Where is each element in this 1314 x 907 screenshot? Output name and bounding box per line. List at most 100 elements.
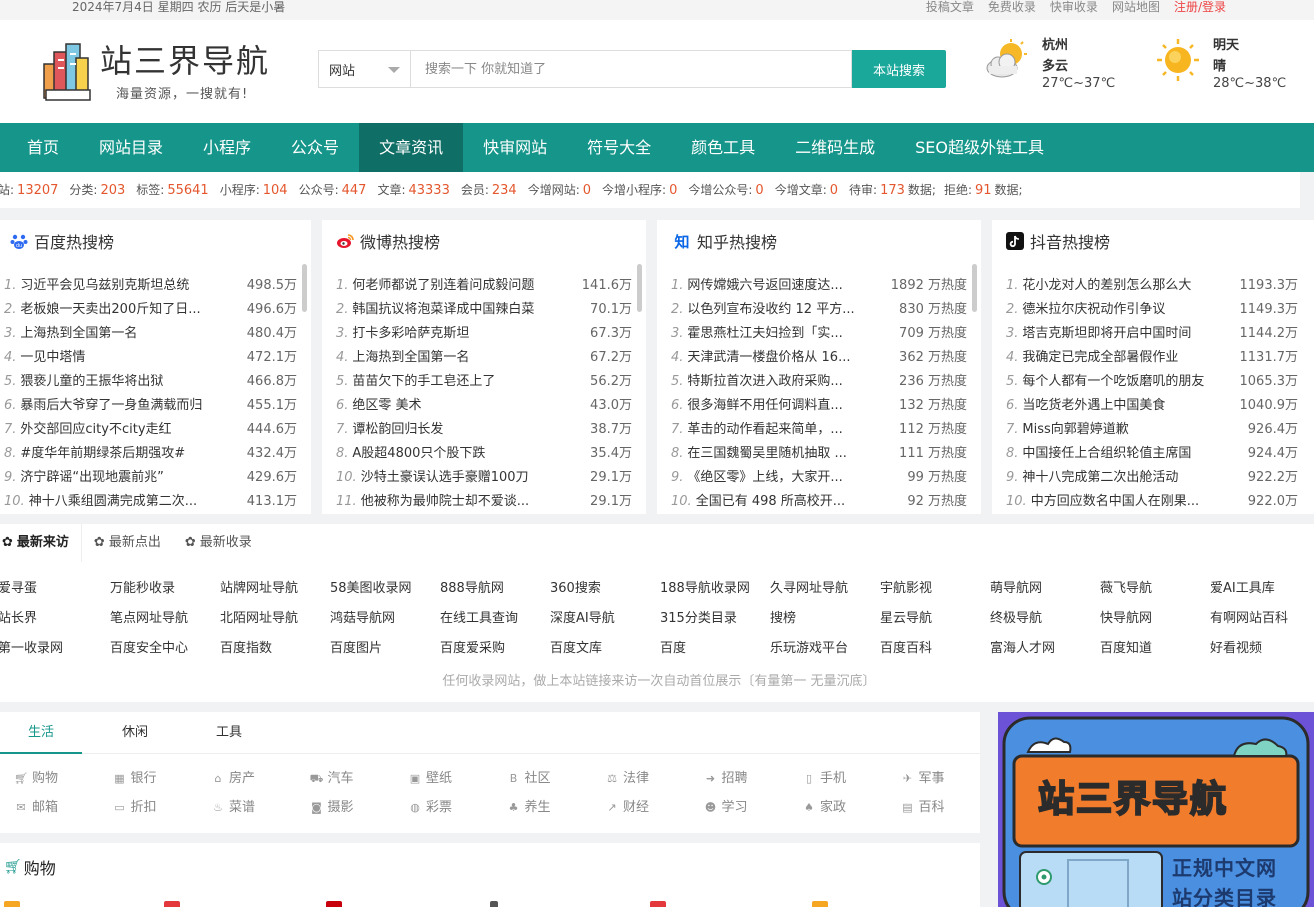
hot-list-item[interactable]: 10. 中方回应数名中国人在刚果... 922.0万	[1002, 490, 1298, 514]
site-link[interactable]: 鸿菇导航网	[330, 604, 440, 634]
free-listing-link[interactable]: 免费收录	[988, 0, 1036, 14]
site-link[interactable]: 深度AI导航	[550, 604, 660, 634]
hot-list-item[interactable]: 8. A股超4800只个股下跌 35.4万	[332, 442, 632, 466]
nav-seo-tool[interactable]: SEO超级外链工具	[895, 123, 1064, 172]
register-login-link[interactable]: 注册/登录	[1174, 0, 1226, 14]
nav-fast-review[interactable]: 快审网站	[463, 123, 567, 172]
hot-list-item[interactable]: 3. 塔吉克斯坦即将开启中国时间 1144.2万	[1002, 322, 1298, 346]
hot-list-item[interactable]: 2. 以色列宣布没收约 12 平方... 830 万热度	[667, 298, 967, 322]
site-link[interactable]: 360搜索	[550, 574, 660, 604]
category-link[interactable]: ▦ 银行	[113, 768, 212, 789]
site-link[interactable]: 站长界	[0, 604, 110, 634]
scrollbar[interactable]	[302, 264, 307, 312]
site-link[interactable]: 58美图收录网	[330, 574, 440, 604]
hot-list-item[interactable]: 10. 沙特土豪误认选手豪赠100刀 29.1万	[332, 466, 632, 490]
nav-site-directory[interactable]: 网站目录	[79, 123, 183, 172]
hot-list-item[interactable]: 1. 习近平会见乌兹别克斯坦总统 498.5万	[0, 274, 297, 298]
hot-list-item[interactable]: 2. 韩国抗议将泡菜译成中国辣白菜 70.1万	[332, 298, 632, 322]
nav-official-accounts[interactable]: 公众号	[271, 123, 359, 172]
site-favicon[interactable]	[812, 901, 828, 907]
tab-recent-clicks[interactable]: ✿ 最新点出	[82, 524, 173, 562]
site-link[interactable]: 888导航网	[440, 574, 550, 604]
hot-list-item[interactable]: 1. 花小龙对人的差别怎么那么大 1193.3万	[1002, 274, 1298, 298]
site-link[interactable]: 百度百科	[880, 634, 990, 664]
category-link[interactable]: ⌂ 房产	[211, 768, 310, 789]
site-link[interactable]: 188导航收录网	[660, 574, 770, 604]
category-link[interactable]: ♨︎ 菜谱	[211, 797, 310, 818]
site-link[interactable]: 315分类目录	[660, 604, 770, 634]
hot-list-item[interactable]: 5. 每个人都有一个吃饭磨叽的朋友 1065.3万	[1002, 370, 1298, 394]
category-link[interactable]: ⚖︎ 法律	[605, 768, 704, 789]
category-link[interactable]: ◍ 彩票	[408, 797, 507, 818]
hot-list-item[interactable]: 9. 《绝区零》上线，大家开... 99 万热度	[667, 466, 967, 490]
promo-banner[interactable]: 站三界导航 正规中文网 站分类目录	[998, 712, 1314, 907]
search-input[interactable]	[410, 50, 852, 88]
tab-life[interactable]: 生活	[0, 712, 82, 754]
category-link[interactable]: ▤ 百科	[901, 797, 1000, 818]
hot-list-item[interactable]: 7. 谭松韵回归长发 38.7万	[332, 418, 632, 442]
site-link[interactable]: 百度爱采购	[440, 634, 550, 664]
hot-list-item[interactable]: 4. 我确定已完成全部暑假作业 1131.7万	[1002, 346, 1298, 370]
search-button[interactable]: 本站搜索	[852, 50, 946, 88]
category-link[interactable]: B 社区	[507, 768, 606, 789]
category-link[interactable]: 🛒︎ 购物	[14, 768, 113, 789]
site-link[interactable]: 在线工具查询	[440, 604, 550, 634]
hot-list-item[interactable]: 11. 他被称为最帅院士却不爱谈... 29.1万	[332, 490, 632, 514]
category-link[interactable]: ➜ 招聘	[704, 768, 803, 789]
category-link[interactable]: ◙ 摄影	[310, 797, 409, 818]
tab-tools[interactable]: 工具	[188, 712, 270, 754]
site-link[interactable]: 百度文库	[550, 634, 660, 664]
category-link[interactable]: ♣ 养生	[507, 797, 606, 818]
hot-list-item[interactable]: 4. 天津武清一楼盘价格从 16... 362 万热度	[667, 346, 967, 370]
category-link[interactable]: ⛟ 汽车	[310, 768, 409, 789]
hot-list-item[interactable]: 1. 网传嫦娥六号返回速度达... 1892 万热度	[667, 274, 967, 298]
hot-list-item[interactable]: 5. 猥亵儿童的王振华将出狱 466.8万	[0, 370, 297, 394]
fast-review-link[interactable]: 快审收录	[1050, 0, 1098, 14]
site-favicon[interactable]	[490, 901, 498, 907]
category-link[interactable]: ✈︎ 军事	[901, 768, 1000, 789]
hot-list-item[interactable]: 10. 全国已有 498 所高校开... 92 万热度	[667, 490, 967, 514]
site-link[interactable]: 终极导航	[990, 604, 1100, 634]
hot-list-item[interactable]: 6. 暴雨后大爷穿了一身鱼满载而归 455.1万	[0, 394, 297, 418]
hot-list-item[interactable]: 3. 打卡多彩哈萨克斯坦 67.3万	[332, 322, 632, 346]
hot-list-item[interactable]: 6. 很多海鲜不用任何调料直... 132 万热度	[667, 394, 967, 418]
category-link[interactable]: ▣ 壁纸	[408, 768, 507, 789]
category-link[interactable]: ▭ 折扣	[113, 797, 212, 818]
tab-recent-listings[interactable]: ✿ 最新收录	[173, 524, 264, 562]
site-link[interactable]: 爱寻蛋	[0, 574, 110, 604]
nav-color-tool[interactable]: 颜色工具	[671, 123, 775, 172]
site-link[interactable]: 站牌网址导航	[220, 574, 330, 604]
site-link[interactable]: 搜榜	[770, 604, 880, 634]
hot-list-item[interactable]: 4. 一见中塔情 472.1万	[0, 346, 297, 370]
hot-list-item[interactable]: 8. 中国接任上合组织轮值主席国 924.4万	[1002, 442, 1298, 466]
hot-list-item[interactable]: 8. 在三国魏蜀吴里随机抽取 ... 111 万热度	[667, 442, 967, 466]
site-favicon[interactable]	[326, 901, 342, 907]
site-link[interactable]: 宇航影视	[880, 574, 990, 604]
hot-list-item[interactable]: 3. 霍思燕杜江夫妇捡到「实... 709 万热度	[667, 322, 967, 346]
site-link[interactable]: 第一收录网	[0, 634, 110, 664]
category-link[interactable]: ☻ 学习	[704, 797, 803, 818]
site-link[interactable]: 百度知道	[1100, 634, 1210, 664]
site-link[interactable]: 薇飞导航	[1100, 574, 1210, 604]
category-link[interactable]: ♠ 家政	[802, 797, 901, 818]
site-link[interactable]: 萌导航网	[990, 574, 1100, 604]
nav-symbols[interactable]: 符号大全	[567, 123, 671, 172]
scrollbar[interactable]	[637, 264, 642, 312]
site-link[interactable]: 爱AI工具库	[1210, 574, 1314, 604]
hot-list-item[interactable]: 6. 绝区零 美术 43.0万	[332, 394, 632, 418]
site-favicon[interactable]	[4, 901, 20, 907]
site-link[interactable]: 有啊网站百科	[1210, 604, 1314, 634]
category-link[interactable]: ▯ 手机	[802, 768, 901, 789]
site-link[interactable]: 万能秒收录	[110, 574, 220, 604]
site-link[interactable]: 久寻网址导航	[770, 574, 880, 604]
site-favicon[interactable]	[164, 901, 180, 907]
hot-list-item[interactable]: 2. 老板娘一天卖出200斤知了日... 496.6万	[0, 298, 297, 322]
hot-list-item[interactable]: 7. Miss向郭碧婷道歉 926.4万	[1002, 418, 1298, 442]
submit-article-link[interactable]: 投稿文章	[926, 0, 974, 14]
hot-list-item[interactable]: 2. 德米拉尔庆祝动作引争议 1149.3万	[1002, 298, 1298, 322]
tab-recent-visits[interactable]: ✿ 最新来访	[0, 524, 82, 562]
hot-list-item[interactable]: 10. 神十八乘组圆满完成第二次... 413.1万	[0, 490, 297, 514]
site-link[interactable]: 好看视频	[1210, 634, 1314, 664]
category-link[interactable]: ↗ 财经	[605, 797, 704, 818]
site-logo-icon[interactable]	[42, 40, 92, 102]
